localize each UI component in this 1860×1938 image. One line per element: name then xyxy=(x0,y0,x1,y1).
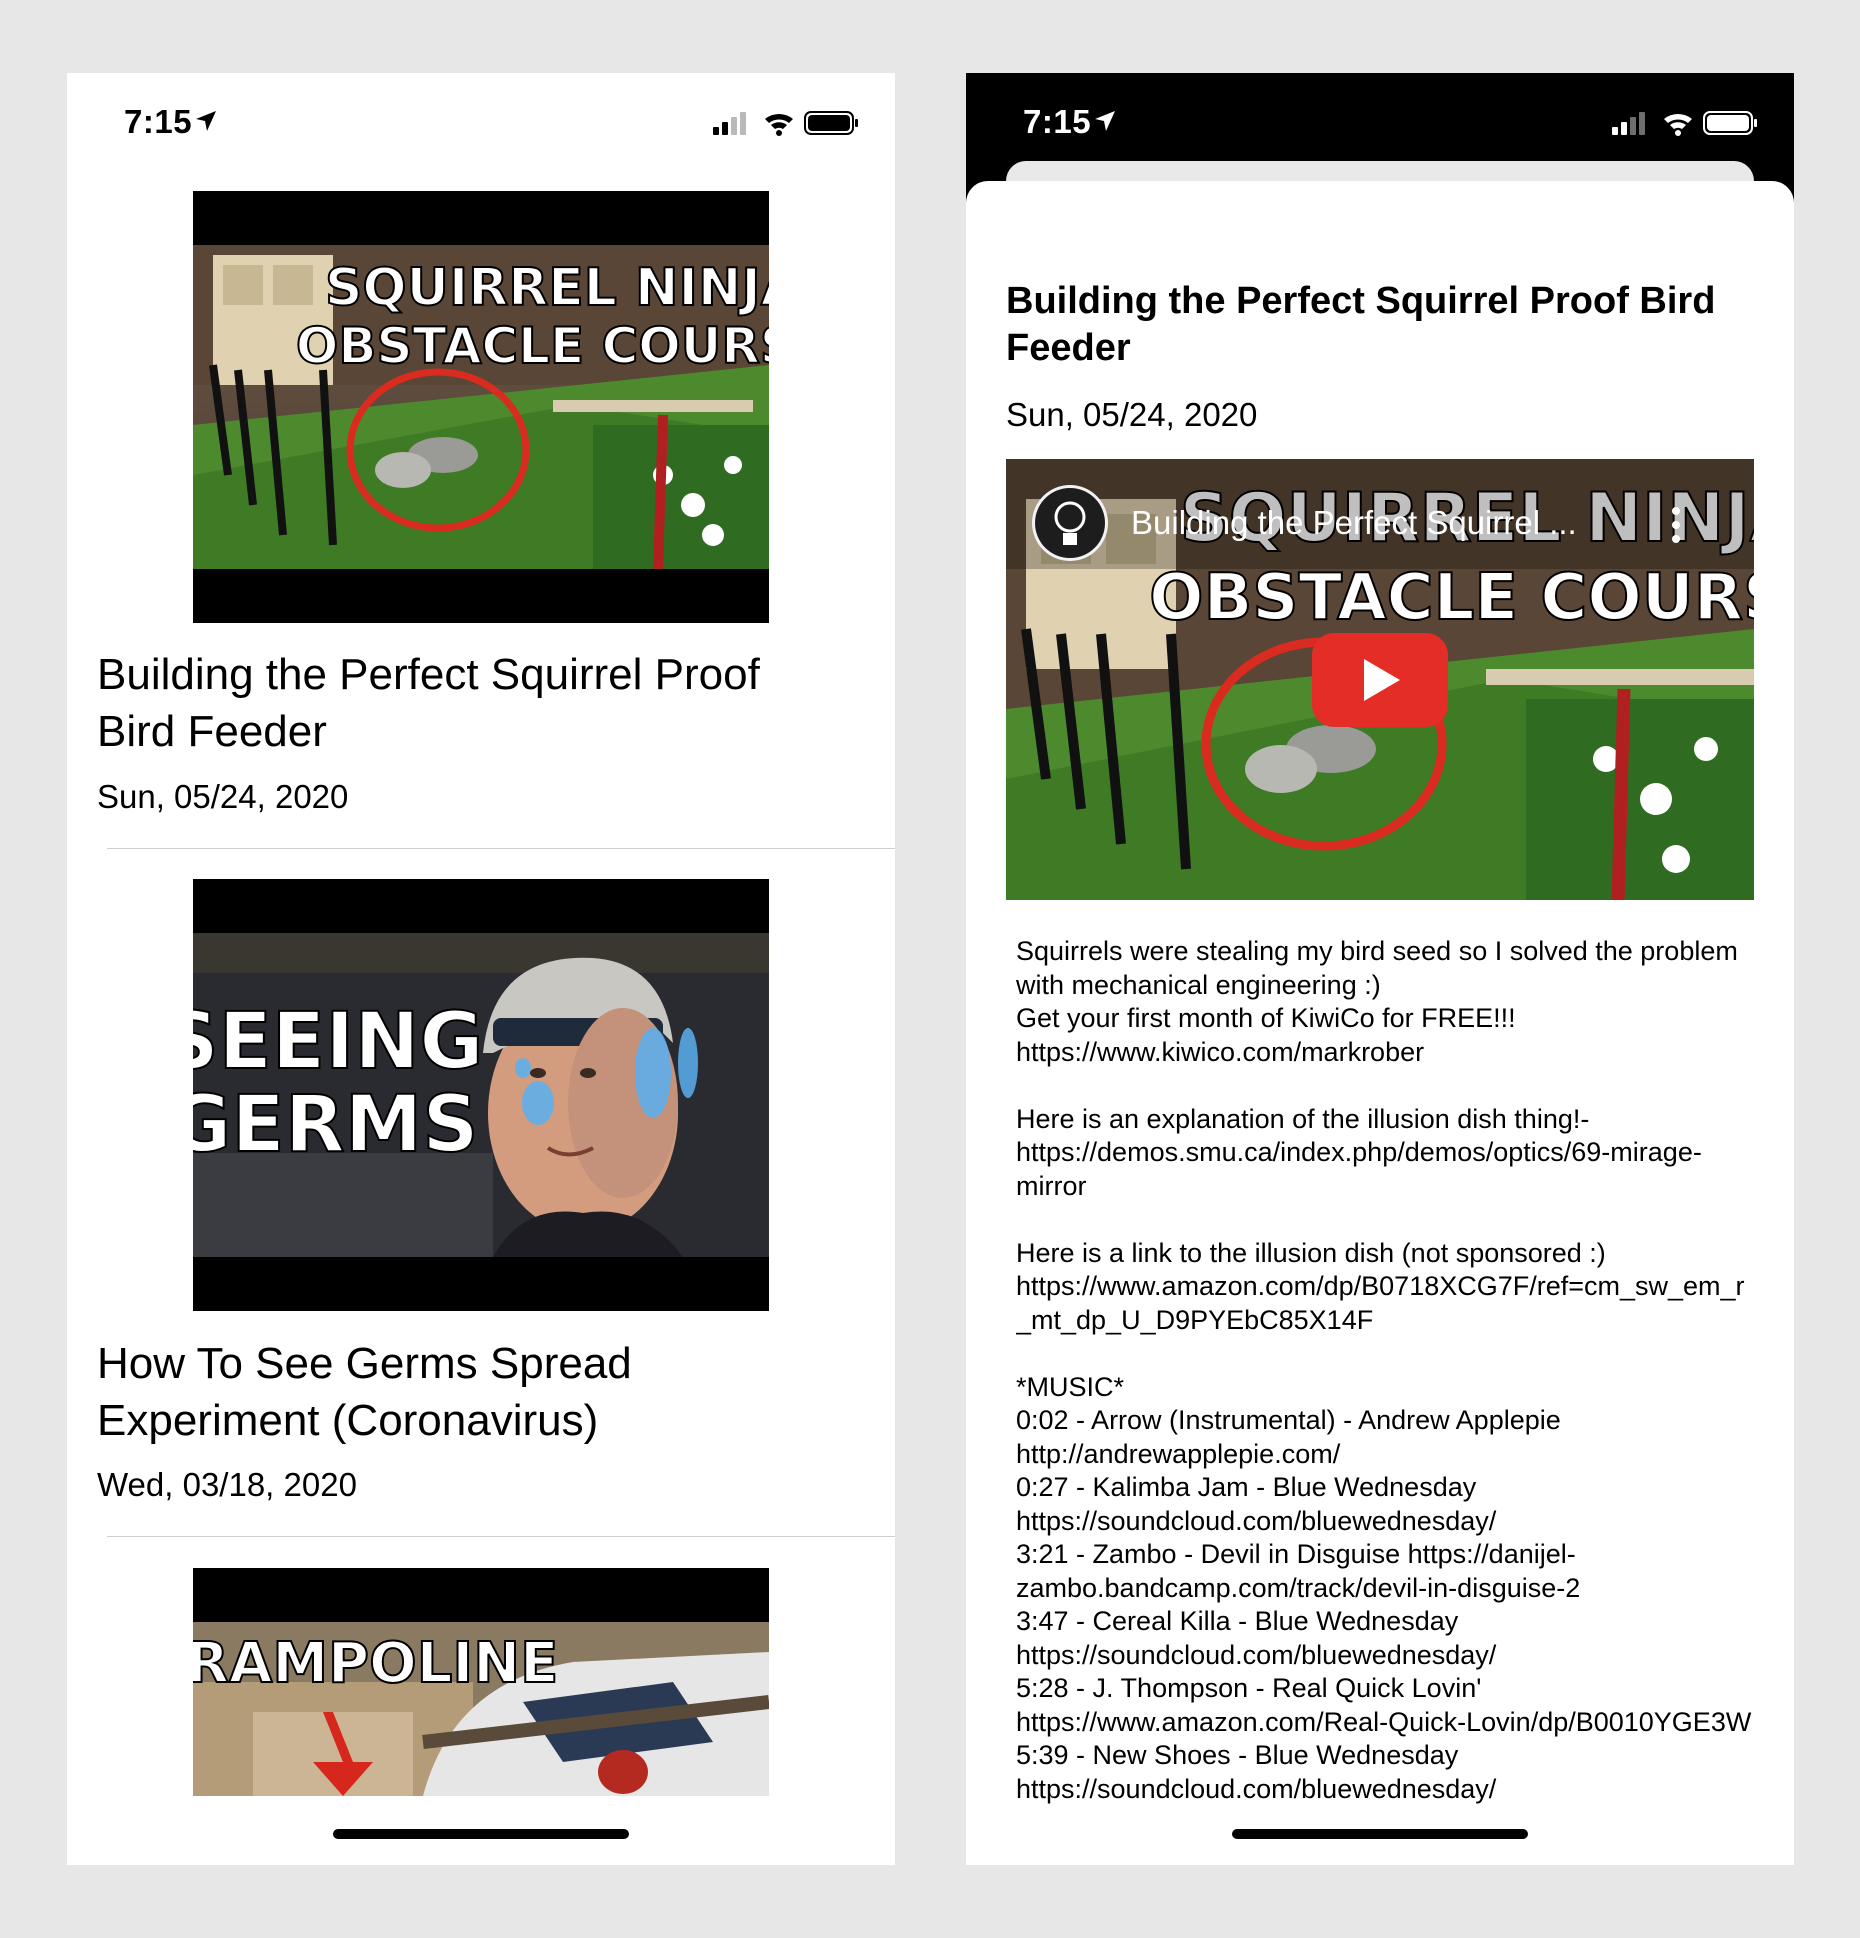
video-thumbnail[interactable]: SQUIRREL NINJA OBSTACLE COURSE xyxy=(193,191,769,623)
location-arrow-icon xyxy=(196,111,216,131)
cellular-signal-icon xyxy=(713,112,746,135)
youtube-player[interactable]: SQUIRREL NINJA OBSTACLE COURSE Building … xyxy=(1006,459,1754,900)
player-video-title[interactable]: Building the Perfect Squirrel ... xyxy=(1131,504,1577,541)
thumbnail-title: SEEING xyxy=(193,997,484,1087)
video-thumbnail[interactable]: SEEING GERMS xyxy=(193,879,769,1311)
status-bar: 7:15 xyxy=(966,73,1794,173)
battery-icon xyxy=(1703,111,1757,135)
cellular-signal-icon xyxy=(1612,112,1645,135)
list-divider xyxy=(107,848,895,849)
play-icon[interactable] xyxy=(1312,633,1448,727)
home-indicator[interactable] xyxy=(1232,1829,1528,1839)
video-description: Squirrels were stealing my bird seed so … xyxy=(1016,936,1752,1804)
detail-sheet[interactable]: Building the Perfect Squirrel Proof Bird… xyxy=(966,181,1794,1865)
video-list-screen: 7:15 SQUIRREL NINJA OBSTACLE COUR Buildi… xyxy=(67,73,895,1865)
thumbnail-image: TRAMPOLINE xyxy=(193,1622,769,1796)
status-time: 7:15 xyxy=(1023,103,1092,140)
status-time: 7:15 xyxy=(124,103,193,140)
video-title: How To See Germs Spread Experiment (Coro… xyxy=(97,1339,632,1445)
detail-title: Building the Perfect Squirrel Proof Bird… xyxy=(1006,280,1716,369)
thumbnail-image: SEEING GERMS xyxy=(193,933,769,1257)
video-date: Wed, 03/18, 2020 xyxy=(97,1466,357,1503)
status-indicators xyxy=(1612,111,1757,136)
home-indicator[interactable] xyxy=(333,1829,629,1839)
channel-logo-icon[interactable] xyxy=(1032,485,1108,561)
location-arrow-icon xyxy=(1095,111,1115,131)
status-bar: 7:15 xyxy=(67,73,895,173)
thumbnail-title: TRAMPOLINE xyxy=(193,1631,558,1696)
thumbnail-subtitle: OBSTACLE COURSE xyxy=(1149,561,1754,635)
thumbnail-subtitle: OBSTACLE COURSE xyxy=(296,317,769,375)
wifi-icon xyxy=(1664,113,1692,136)
player-thumbnail: SQUIRREL NINJA OBSTACLE COURSE Building … xyxy=(1006,459,1754,900)
video-detail-screen: 7:15 Building the Perfect Squirrel Proof… xyxy=(966,73,1794,1865)
video-title: Building the Perfect Squirrel Proof Bird… xyxy=(97,650,760,756)
list-divider xyxy=(107,1536,895,1537)
video-date: Sun, 05/24, 2020 xyxy=(97,778,349,815)
battery-icon xyxy=(804,111,858,135)
detail-date: Sun, 05/24, 2020 xyxy=(1006,396,1258,433)
thumbnail-title: SQUIRREL NINJA xyxy=(325,258,769,318)
thumbnail-image: SQUIRREL NINJA OBSTACLE COURSE xyxy=(193,245,769,569)
video-thumbnail[interactable]: TRAMPOLINE xyxy=(193,1568,769,1796)
status-indicators xyxy=(713,111,858,136)
wifi-icon xyxy=(765,113,793,136)
more-vert-icon[interactable] xyxy=(1672,507,1680,543)
thumbnail-subtitle: GERMS xyxy=(193,1080,479,1170)
